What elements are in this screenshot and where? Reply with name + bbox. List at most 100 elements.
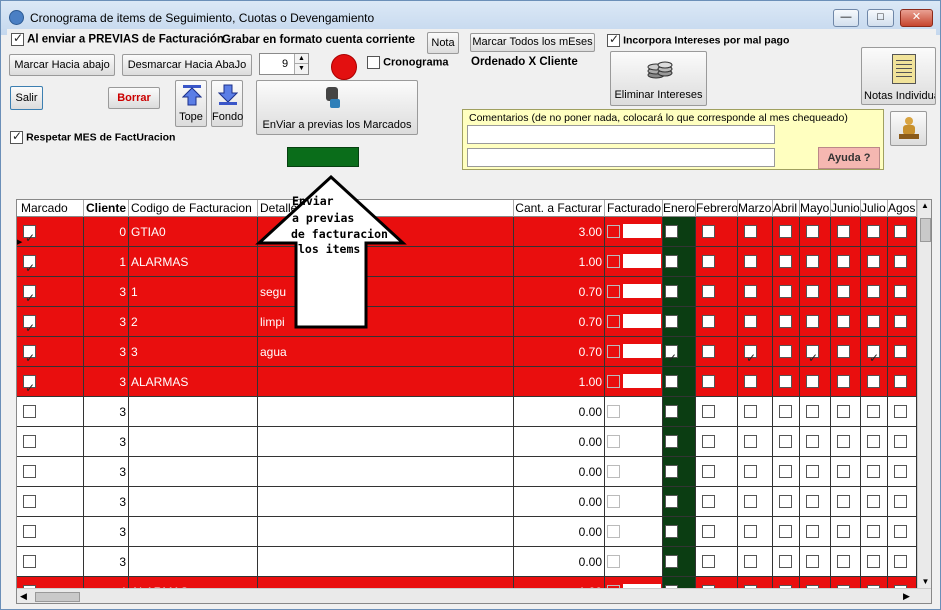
month-cell-febrero[interactable] xyxy=(696,517,738,547)
month-checkbox-agosto[interactable] xyxy=(894,285,907,298)
marcado-checkbox[interactable] xyxy=(23,373,36,396)
month-checkbox-junio[interactable] xyxy=(837,555,850,568)
month-cell-marzo[interactable] xyxy=(738,547,773,577)
month-checkbox-enero[interactable] xyxy=(665,315,678,328)
facturado-checkbox[interactable] xyxy=(607,345,620,358)
month-checkbox-julio[interactable] xyxy=(867,255,880,268)
marcado-checkbox[interactable] xyxy=(23,343,36,366)
month-checkbox-junio[interactable] xyxy=(837,405,850,418)
month-cell-julio[interactable] xyxy=(861,337,888,367)
facturado-cell[interactable] xyxy=(605,337,663,367)
al-enviar-checkbox-group[interactable]: Al enviar a PREVIAS de Facturación xyxy=(11,31,224,46)
cronograma-checkbox[interactable] xyxy=(367,56,380,69)
fondo-button[interactable]: Fondo xyxy=(211,80,243,127)
month-cell-enero[interactable] xyxy=(663,487,696,517)
scroll-right-icon[interactable]: ▶ xyxy=(903,591,910,602)
marcado-checkbox[interactable] xyxy=(23,223,36,246)
month-cell-julio[interactable] xyxy=(861,487,888,517)
month-cell-marzo[interactable] xyxy=(738,517,773,547)
month-checkbox-agosto[interactable] xyxy=(894,345,907,358)
month-checkbox-abril[interactable] xyxy=(779,315,792,328)
table-row[interactable]: 31segu0.70 xyxy=(17,277,917,307)
borrar-button[interactable]: Borrar xyxy=(108,87,160,109)
month-checkbox-mayo[interactable] xyxy=(806,465,819,478)
month-checkbox-mayo[interactable] xyxy=(806,255,819,268)
month-cell-julio[interactable] xyxy=(861,247,888,277)
facturado-cell[interactable] xyxy=(605,517,663,547)
cliente-cell[interactable]: 3 xyxy=(84,277,129,307)
minimize-button[interactable]: — xyxy=(833,9,859,27)
detalle-cell[interactable] xyxy=(258,517,514,547)
month-checkbox-marzo[interactable] xyxy=(744,495,757,508)
marcado-cell[interactable] xyxy=(17,547,84,577)
spinner-up-icon[interactable]: ▲ xyxy=(294,54,308,64)
header-febrero[interactable]: Febrero xyxy=(696,200,738,217)
month-checkbox-enero[interactable] xyxy=(665,255,678,268)
month-checkbox-junio[interactable] xyxy=(837,435,850,448)
month-cell-enero[interactable] xyxy=(663,307,696,337)
month-cell-enero[interactable] xyxy=(663,547,696,577)
cant-cell[interactable]: 0.70 xyxy=(514,307,605,337)
table-row[interactable]: 3 0.00 xyxy=(17,517,917,547)
month-cell-febrero[interactable] xyxy=(696,217,738,247)
month-checkbox-abril[interactable] xyxy=(779,255,792,268)
grabar-label[interactable]: Grabar en formato cuenta corriente xyxy=(222,34,415,46)
month-checkbox-marzo[interactable] xyxy=(744,285,757,298)
month-checkbox-enero[interactable] xyxy=(665,285,678,298)
table-row[interactable]: 3ALARMAS 1.00 xyxy=(17,367,917,397)
facturado-checkbox[interactable] xyxy=(607,495,620,508)
month-checkbox-marzo[interactable] xyxy=(744,435,757,448)
month-cell-enero[interactable] xyxy=(663,397,696,427)
month-checkbox-abril[interactable] xyxy=(779,405,792,418)
month-cell-agosto[interactable] xyxy=(888,367,917,397)
facturado-checkbox[interactable] xyxy=(607,465,620,478)
month-cell-julio[interactable] xyxy=(861,217,888,247)
month-checkbox-febrero[interactable] xyxy=(702,285,715,298)
codigo-cell[interactable]: 3 xyxy=(129,337,258,367)
marcado-cell[interactable] xyxy=(17,247,84,277)
month-cell-julio[interactable] xyxy=(861,367,888,397)
month-checkbox-agosto[interactable] xyxy=(894,255,907,268)
month-cell-marzo[interactable] xyxy=(738,427,773,457)
months-spinner[interactable]: 9 ▲ ▼ xyxy=(259,53,309,75)
month-checkbox-julio[interactable] xyxy=(867,435,880,448)
close-button[interactable]: ✕ xyxy=(900,9,933,27)
month-cell-junio[interactable] xyxy=(831,307,861,337)
ayuda-button[interactable]: Ayuda ? xyxy=(818,147,880,169)
month-cell-enero[interactable] xyxy=(663,517,696,547)
month-checkbox-febrero[interactable] xyxy=(702,465,715,478)
marcar-todos-button[interactable]: Marcar Todos los mEses xyxy=(470,33,595,52)
month-checkbox-enero[interactable] xyxy=(665,435,678,448)
month-checkbox-marzo[interactable] xyxy=(744,405,757,418)
cliente-cell[interactable]: 3 xyxy=(84,457,129,487)
month-cell-julio[interactable] xyxy=(861,547,888,577)
table-row[interactable]: ▶ 0GTIA0 3.00 xyxy=(17,217,917,247)
al-enviar-checkbox[interactable] xyxy=(11,31,24,46)
month-checkbox-agosto[interactable] xyxy=(894,375,907,388)
cant-cell[interactable]: 0.00 xyxy=(514,487,605,517)
month-cell-abril[interactable] xyxy=(773,307,800,337)
codigo-cell[interactable]: 2 xyxy=(129,307,258,337)
month-checkbox-marzo[interactable] xyxy=(744,375,757,388)
table-row[interactable]: 3 0.00 xyxy=(17,427,917,457)
cliente-cell[interactable]: 3 xyxy=(84,367,129,397)
month-checkbox-mayo[interactable] xyxy=(806,405,819,418)
month-checkbox-mayo[interactable] xyxy=(806,225,819,238)
month-checkbox-enero[interactable] xyxy=(665,525,678,538)
month-cell-junio[interactable] xyxy=(831,247,861,277)
cliente-cell[interactable]: 0 xyxy=(84,217,129,247)
marcado-checkbox[interactable] xyxy=(23,495,36,508)
marcado-cell[interactable] xyxy=(17,517,84,547)
month-cell-febrero[interactable] xyxy=(696,487,738,517)
month-checkbox-marzo[interactable] xyxy=(744,555,757,568)
marcado-cell[interactable]: ▶ xyxy=(17,217,84,247)
cant-cell[interactable]: 0.70 xyxy=(514,337,605,367)
month-checkbox-febrero[interactable] xyxy=(702,375,715,388)
month-cell-febrero[interactable] xyxy=(696,307,738,337)
codigo-cell[interactable] xyxy=(129,487,258,517)
month-cell-abril[interactable] xyxy=(773,517,800,547)
codigo-cell[interactable]: 1 xyxy=(129,277,258,307)
month-cell-abril[interactable] xyxy=(773,427,800,457)
facturado-checkbox[interactable] xyxy=(607,225,620,238)
cant-cell[interactable]: 0.00 xyxy=(514,427,605,457)
